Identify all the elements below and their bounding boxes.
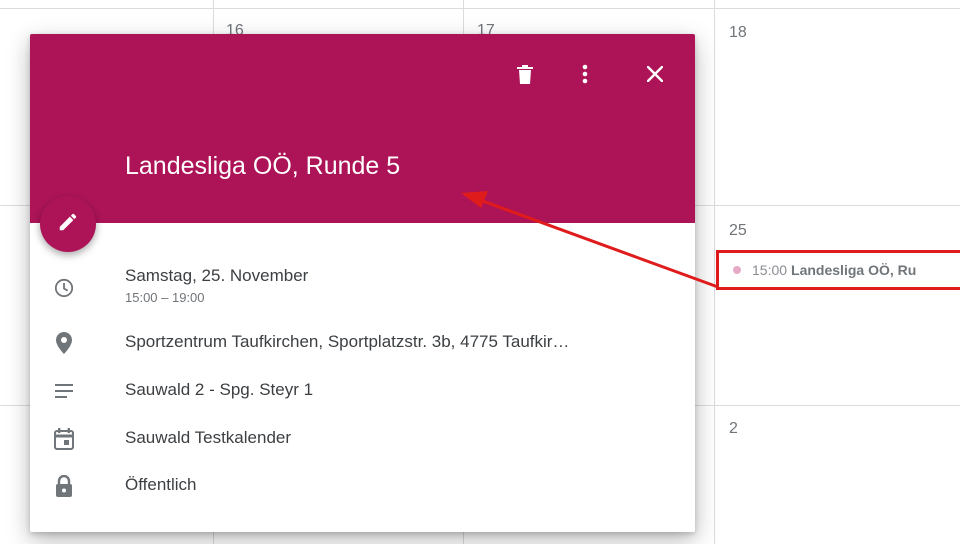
more-vert-icon[interactable] (571, 60, 599, 88)
notes-icon (52, 379, 76, 403)
event-visibility: Öffentlich (125, 475, 197, 494)
event-title: Landesliga OÖ, Ru (791, 262, 917, 278)
calendar-icon (52, 427, 76, 451)
day-number[interactable]: 25 (729, 222, 747, 240)
pencil-icon (57, 211, 79, 238)
calendar-event-chip[interactable]: 15:00 Landesliga OÖ, Ru (716, 250, 960, 290)
event-title-heading: Landesliga OÖ, Runde 5 (125, 152, 401, 180)
edit-event-button[interactable] (40, 196, 96, 252)
day-number[interactable]: 18 (729, 24, 747, 42)
delete-icon[interactable] (511, 60, 539, 88)
location-pin-icon (52, 331, 76, 355)
event-color-dot (733, 266, 741, 274)
event-description: Sauwald 2 - Spg. Steyr 1 (125, 380, 314, 399)
event-detail-popup: Landesliga OÖ, Runde 5 Samstag, 25. Nove… (30, 34, 695, 532)
event-location[interactable]: Sportzentrum Taufkirchen, Sportplatzstr.… (125, 332, 569, 352)
event-calendar-name: Sauwald Testkalender (125, 428, 292, 447)
day-number[interactable]: 2 (729, 420, 738, 438)
grid-line (0, 8, 960, 9)
lock-icon (52, 474, 76, 498)
clock-icon (52, 276, 76, 300)
close-icon[interactable] (641, 60, 669, 88)
event-date: Samstag, 25. November (125, 266, 309, 285)
popup-header: Landesliga OÖ, Runde 5 (30, 34, 695, 223)
event-time-range: 15:00 – 19:00 (125, 290, 205, 305)
grid-line (714, 0, 715, 544)
event-time: 15:00 (752, 262, 788, 278)
